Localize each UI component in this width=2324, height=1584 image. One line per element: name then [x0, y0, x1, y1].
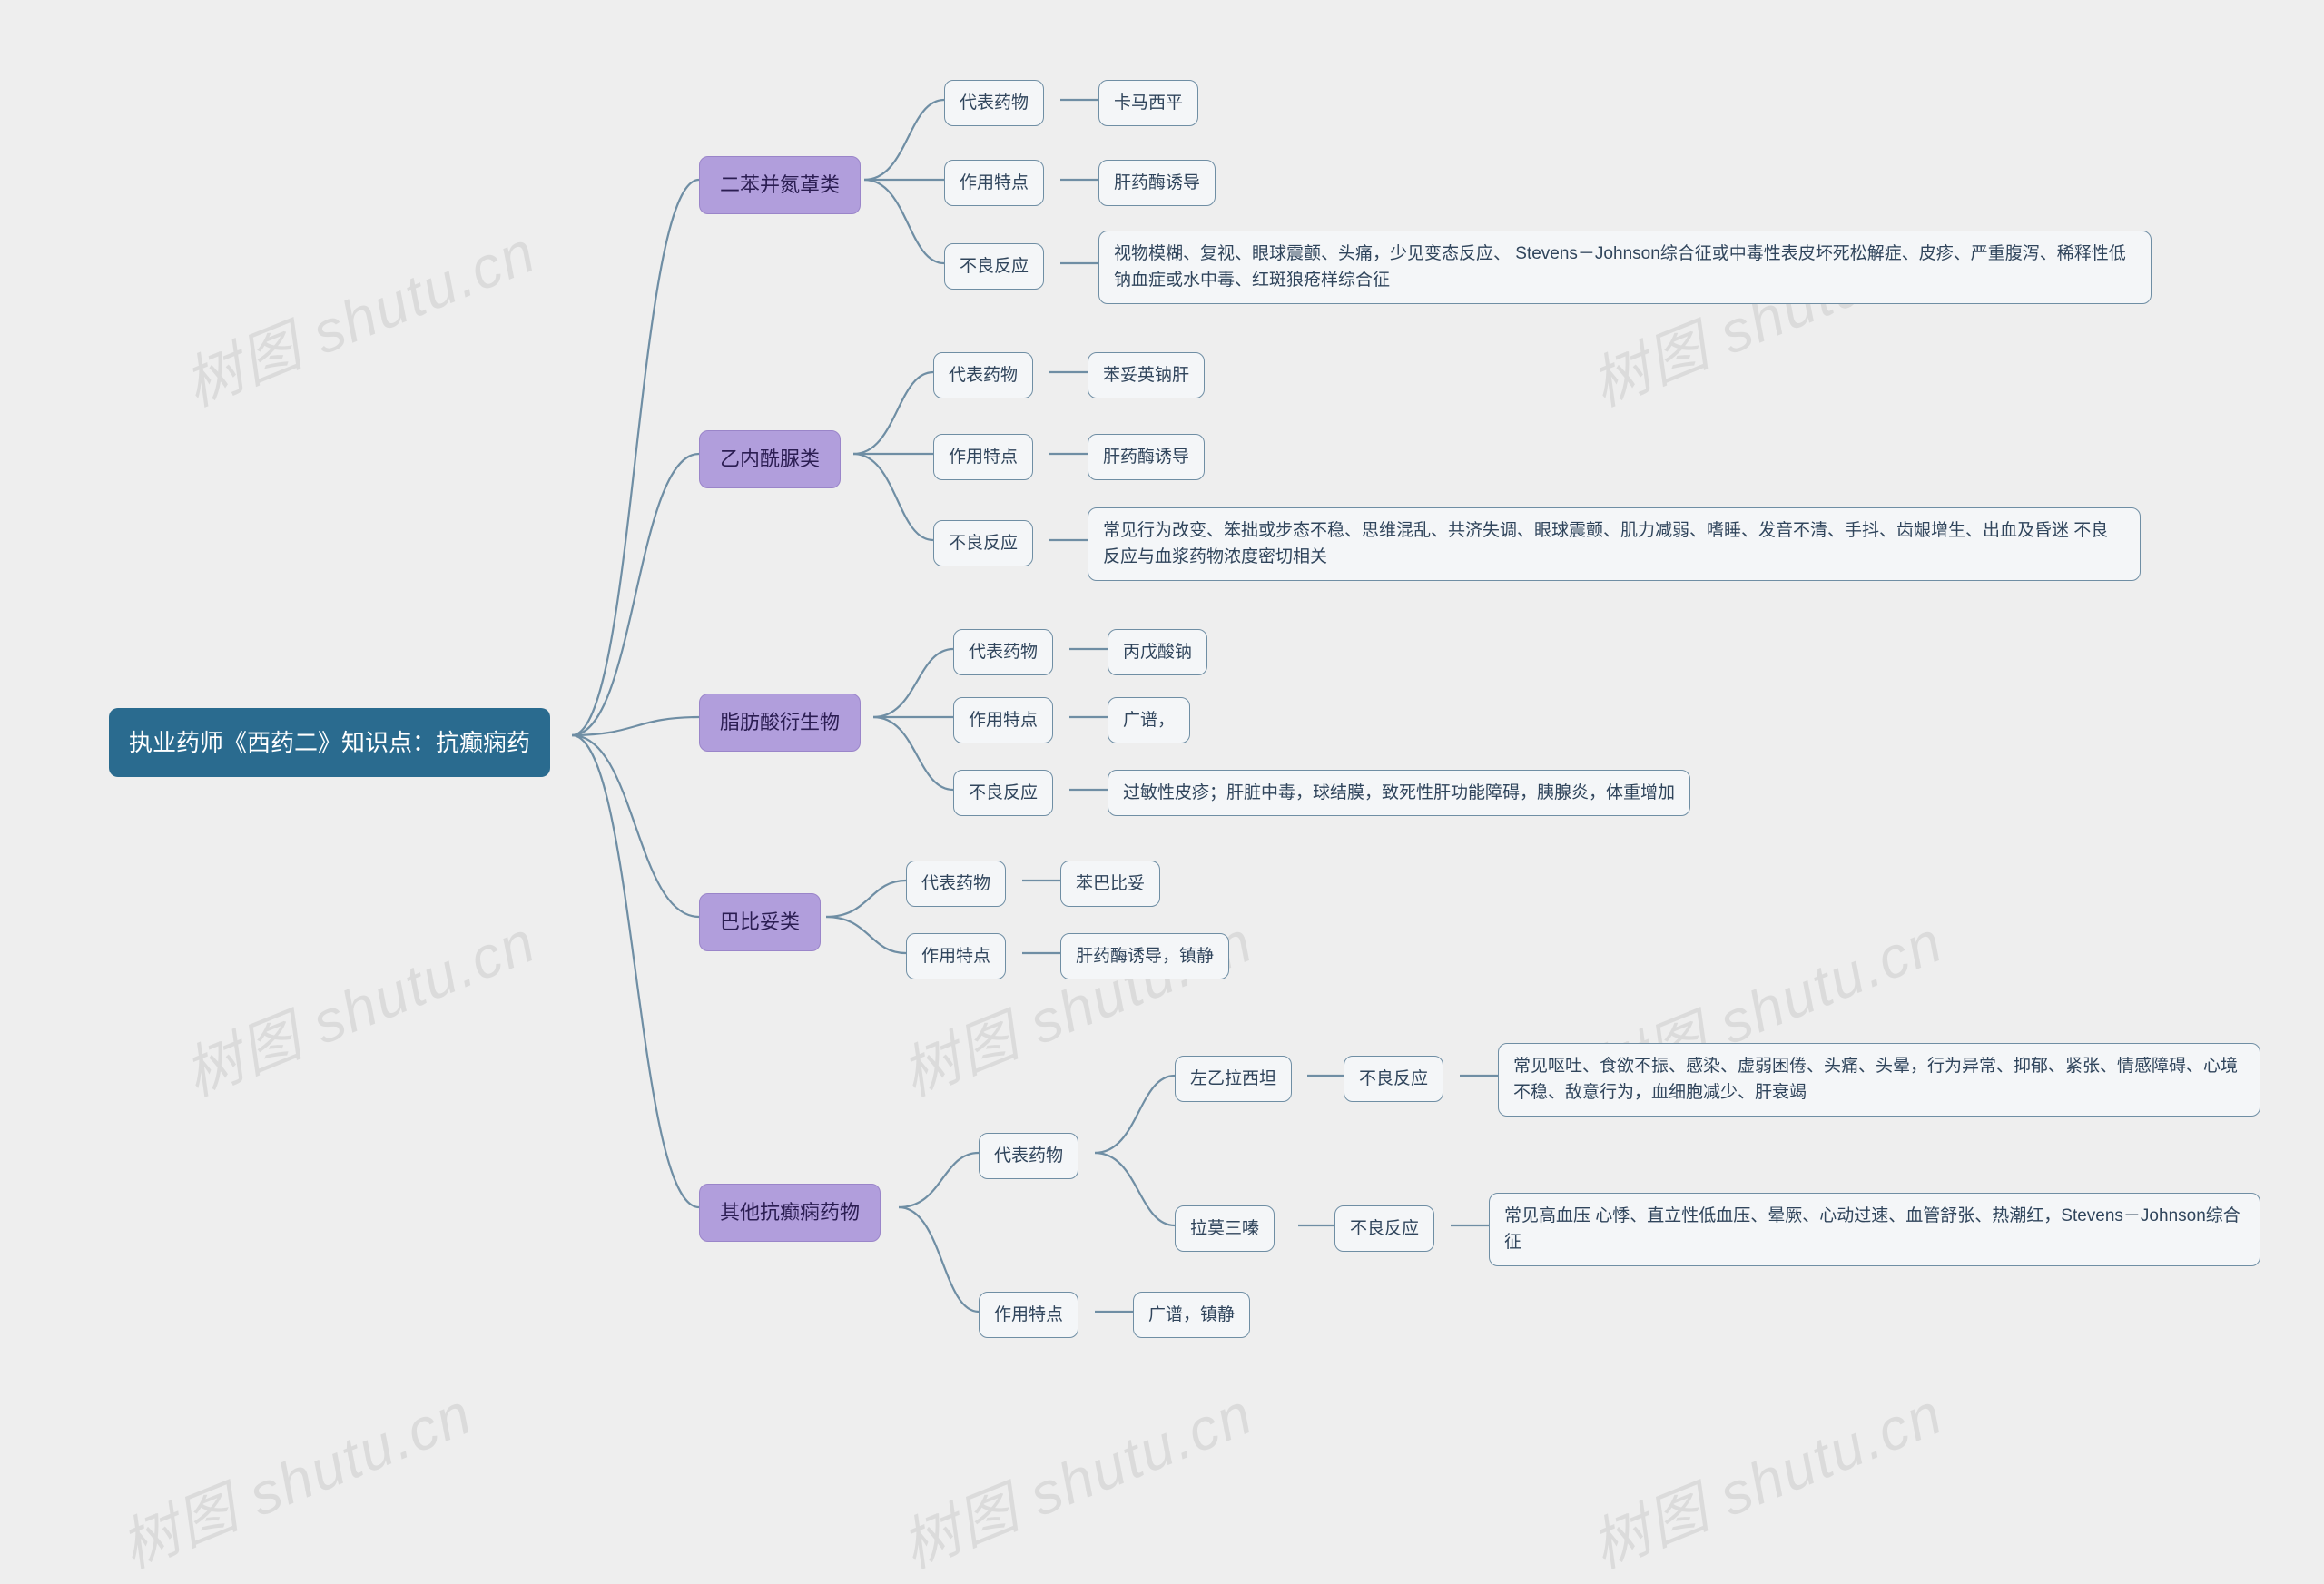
category-node: 其他抗癫痫药物 — [699, 1184, 881, 1242]
label-adverse: 不良反应 — [1344, 1056, 1443, 1102]
label-feature: 作用特点 — [979, 1292, 1078, 1338]
rep-drug-value: 苯妥英钠肝 — [1088, 352, 1205, 398]
label-rep-drug: 代表药物 — [906, 861, 1006, 907]
label-adverse: 不良反应 — [944, 243, 1044, 290]
adverse-value: 视物模糊、复视、眼球震颤、头痛，少见变态反应、 Stevens－Johnson综… — [1098, 231, 2152, 304]
adverse-value: 常见高血压 心悸、直立性低血压、晕厥、心动过速、血管舒张、热潮红，Stevens… — [1489, 1193, 2260, 1266]
adverse-value: 常见呕吐、食欲不振、感染、虚弱困倦、头痛、头晕，行为异常、抑郁、紧张、情感障碍、… — [1498, 1043, 2260, 1117]
watermark: 树图 shutu.cn — [888, 1368, 1264, 1584]
label-feature: 作用特点 — [906, 933, 1006, 979]
label-adverse: 不良反应 — [1334, 1205, 1434, 1252]
rep-drug-value: 卡马西平 — [1098, 80, 1198, 126]
root-node: 执业药师《西药二》知识点：抗癫痫药 — [109, 708, 550, 777]
watermark: 树图 shutu.cn — [1578, 1368, 1954, 1584]
label-rep-drug: 代表药物 — [944, 80, 1044, 126]
label-adverse: 不良反应 — [953, 770, 1053, 816]
feature-value: 广谱， — [1108, 697, 1190, 743]
label-rep-drug: 代表药物 — [953, 629, 1053, 675]
label-rep-drug: 代表药物 — [979, 1133, 1078, 1179]
feature-value: 广谱，镇静 — [1133, 1292, 1250, 1338]
category-node: 乙内酰脲类 — [699, 430, 841, 488]
category-node: 二苯并氮䓬类 — [699, 156, 861, 214]
feature-value: 肝药酶诱导，镇静 — [1060, 933, 1229, 979]
label-feature: 作用特点 — [933, 434, 1033, 480]
category-node: 脂肪酸衍生物 — [699, 694, 861, 752]
feature-value: 肝药酶诱导 — [1098, 160, 1216, 206]
drug-name: 拉莫三嗪 — [1175, 1205, 1275, 1252]
watermark: 树图 shutu.cn — [107, 1368, 483, 1584]
rep-drug-value: 苯巴比妥 — [1060, 861, 1160, 907]
drug-name: 左乙拉西坦 — [1175, 1056, 1292, 1102]
watermark: 树图 shutu.cn — [171, 206, 547, 423]
adverse-value: 过敏性皮疹；肝脏中毒，球结膜，致死性肝功能障碍，胰腺炎，体重增加 — [1108, 770, 1690, 816]
category-node: 巴比妥类 — [699, 893, 821, 951]
feature-value: 肝药酶诱导 — [1088, 434, 1205, 480]
adverse-value: 常见行为改变、笨拙或步态不稳、思维混乱、共济失调、眼球震颤、肌力减弱、嗜睡、发音… — [1088, 507, 2141, 581]
label-adverse: 不良反应 — [933, 520, 1033, 566]
rep-drug-value: 丙戊酸钠 — [1108, 629, 1207, 675]
label-feature: 作用特点 — [953, 697, 1053, 743]
watermark: 树图 shutu.cn — [171, 896, 547, 1113]
label-feature: 作用特点 — [944, 160, 1044, 206]
label-rep-drug: 代表药物 — [933, 352, 1033, 398]
